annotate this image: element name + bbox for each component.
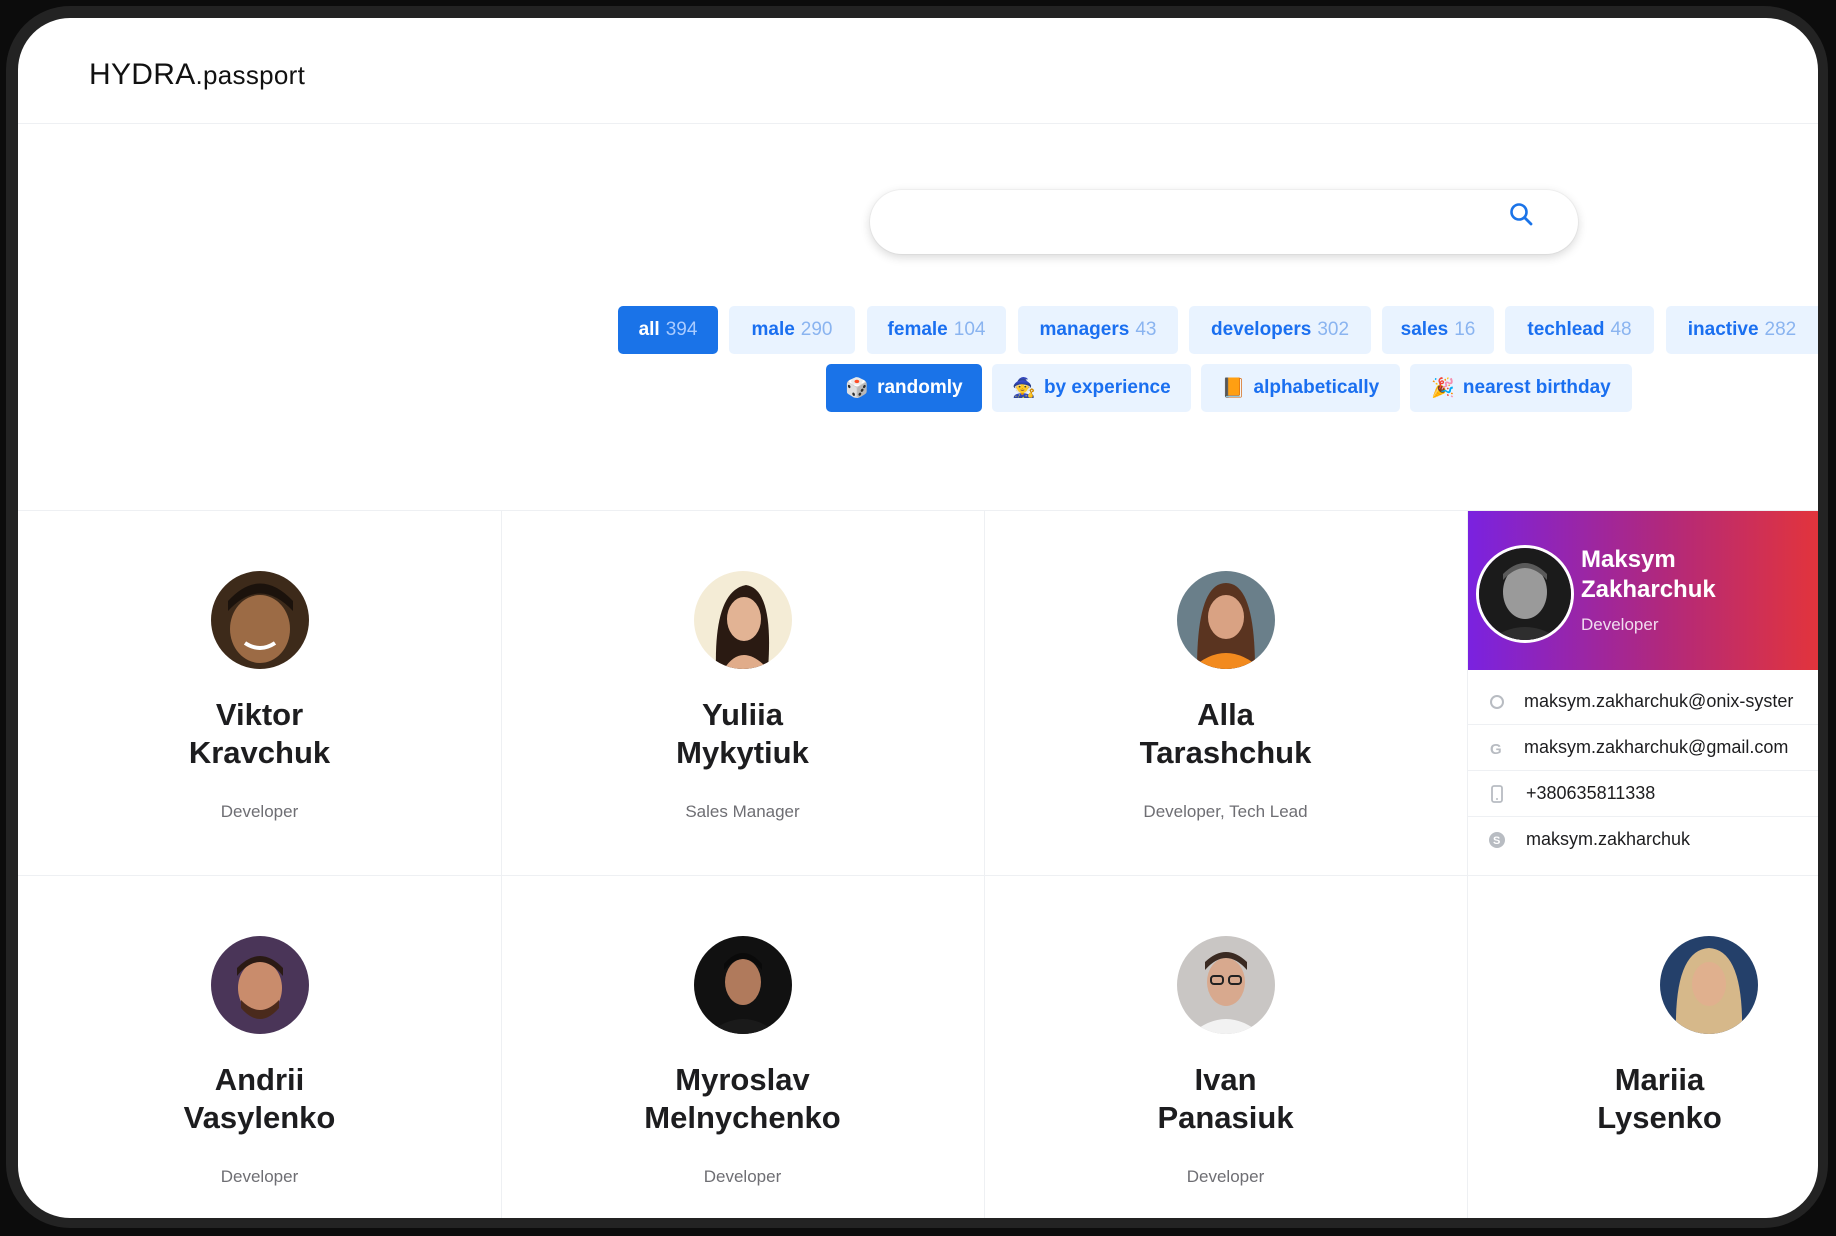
sort-nearest-birthday[interactable]: 🎉 nearest birthday bbox=[1410, 364, 1632, 412]
filter-label: techlead bbox=[1527, 319, 1605, 340]
filter-label: inactive bbox=[1687, 319, 1759, 340]
filter-count: 43 bbox=[1135, 319, 1157, 340]
selected-person-name: Maksym Zakharchuk bbox=[1581, 546, 1716, 603]
filter-sales[interactable]: sales 16 bbox=[1382, 306, 1494, 354]
person-card[interactable]: Myroslav Melnychenko Developer bbox=[501, 875, 984, 1218]
sort-label: by experience bbox=[1043, 377, 1171, 398]
selected-person-role: Developer bbox=[1581, 615, 1659, 634]
contact-value: maksym.zakharchuk@gmail.com bbox=[1524, 737, 1789, 757]
phone-icon bbox=[1491, 785, 1503, 803]
search-icon[interactable] bbox=[1508, 201, 1534, 227]
contact-skype[interactable]: S maksym.zakharchuk bbox=[1468, 817, 1818, 863]
filter-count: 290 bbox=[800, 319, 833, 340]
filter-count: 16 bbox=[1454, 319, 1476, 340]
filter-inactive[interactable]: inactive 282 bbox=[1666, 306, 1818, 354]
sort-label: nearest birthday bbox=[1462, 377, 1611, 398]
filter-female[interactable]: female 104 bbox=[867, 306, 1006, 354]
person-name: Myroslav Melnychenko bbox=[644, 1062, 841, 1135]
avatar bbox=[1476, 545, 1574, 643]
wizard-icon: 🧙 bbox=[1012, 378, 1036, 399]
sort-label: randomly bbox=[877, 377, 963, 398]
logo-light-text: .passport bbox=[195, 60, 306, 90]
app-logo[interactable]: HYDRA.passport bbox=[89, 58, 305, 92]
filter-label: female bbox=[887, 319, 948, 340]
sort-alphabetically[interactable]: 📙 alphabetically bbox=[1201, 364, 1400, 412]
contact-value: maksym.zakharchuk@onix-syster bbox=[1524, 691, 1794, 711]
filter-developers[interactable]: developers 302 bbox=[1189, 306, 1371, 354]
avatar bbox=[210, 571, 309, 669]
selected-person-header[interactable]: Maksym Zakharchuk Developer bbox=[1468, 511, 1818, 670]
search-input[interactable] bbox=[896, 202, 1500, 244]
person-role: Developer, Tech Lead bbox=[1143, 802, 1308, 821]
search-box[interactable] bbox=[870, 190, 1578, 254]
dice-icon: 🎲 bbox=[845, 378, 870, 399]
person-card[interactable]: Mariia Lysenko bbox=[1467, 875, 1818, 1218]
filter-label: sales bbox=[1400, 319, 1449, 340]
filter-count: 282 bbox=[1764, 319, 1797, 340]
person-name: Mariia Lysenko bbox=[1597, 1062, 1722, 1135]
contact-value: +380635811338 bbox=[1526, 783, 1656, 803]
contact-google[interactable]: G maksym.zakharchuk@gmail.com bbox=[1468, 725, 1818, 771]
filter-managers[interactable]: managers 43 bbox=[1018, 306, 1178, 354]
person-role: Developer bbox=[703, 1167, 782, 1186]
person-card[interactable]: Yuliia Mykytiuk Sales Manager bbox=[501, 510, 984, 875]
avatar bbox=[693, 936, 792, 1034]
top-header: HYDRA.passport bbox=[18, 18, 1818, 124]
avatar bbox=[1176, 571, 1275, 669]
svg-text:S: S bbox=[1493, 835, 1500, 847]
person-card[interactable]: Ivan Panasiuk Developer bbox=[984, 875, 1467, 1218]
person-role: Developer bbox=[220, 802, 299, 821]
person-name: Andrii Vasylenko bbox=[183, 1062, 336, 1135]
svg-text:G: G bbox=[1490, 741, 1502, 757]
filter-label: all bbox=[638, 319, 660, 340]
filter-all[interactable]: all 394 bbox=[618, 306, 718, 354]
person-name: Ivan Panasiuk bbox=[1157, 1062, 1294, 1135]
person-name: Alla Tarashchuk bbox=[1139, 697, 1312, 770]
sort-randomly[interactable]: 🎲 randomly bbox=[826, 364, 982, 412]
filter-techlead[interactable]: techlead 48 bbox=[1505, 306, 1654, 354]
sort-by-experience[interactable]: 🧙 by experience bbox=[992, 364, 1191, 412]
person-role: Developer bbox=[220, 1167, 299, 1186]
person-card[interactable]: Viktor Kravchuk Developer bbox=[18, 510, 501, 875]
filter-count: 48 bbox=[1610, 319, 1632, 340]
person-card[interactable]: Andrii Vasylenko Developer bbox=[18, 875, 501, 1218]
filter-label: managers bbox=[1039, 319, 1130, 340]
contact-phone[interactable]: +380635811338 bbox=[1468, 771, 1818, 817]
person-name: Yuliia Mykytiuk bbox=[676, 697, 809, 770]
logo-bold-text: HYDRA bbox=[89, 58, 196, 91]
avatar bbox=[1176, 936, 1275, 1034]
avatar bbox=[210, 936, 309, 1034]
filter-label: male bbox=[751, 319, 795, 340]
filter-count: 104 bbox=[953, 319, 986, 340]
google-icon: G bbox=[1490, 741, 1502, 757]
party-popper-icon: 🎉 bbox=[1431, 378, 1455, 399]
filter-count: 394 bbox=[665, 319, 698, 340]
person-card[interactable]: Alla Tarashchuk Developer, Tech Lead bbox=[984, 510, 1467, 875]
avatar bbox=[693, 571, 792, 669]
sort-label: alphabetically bbox=[1253, 377, 1380, 398]
filter-count: 302 bbox=[1317, 319, 1350, 340]
avatar bbox=[1660, 936, 1758, 1034]
filter-male[interactable]: male 290 bbox=[729, 306, 855, 354]
contact-email[interactable]: maksym.zakharchuk@onix-syster bbox=[1468, 679, 1818, 725]
person-name: Viktor Kravchuk bbox=[188, 697, 331, 770]
contact-value: maksym.zakharchuk bbox=[1526, 829, 1691, 849]
filter-label: developers bbox=[1210, 319, 1312, 340]
app-screen: HYDRA.passport all 394 male 290 female 104 … bbox=[18, 18, 1818, 1218]
book-icon: 📙 bbox=[1221, 378, 1246, 399]
person-role: Developer bbox=[1186, 1167, 1265, 1186]
email-icon bbox=[1490, 695, 1504, 709]
person-role: Sales Manager bbox=[685, 802, 800, 821]
skype-icon: S bbox=[1489, 832, 1505, 848]
